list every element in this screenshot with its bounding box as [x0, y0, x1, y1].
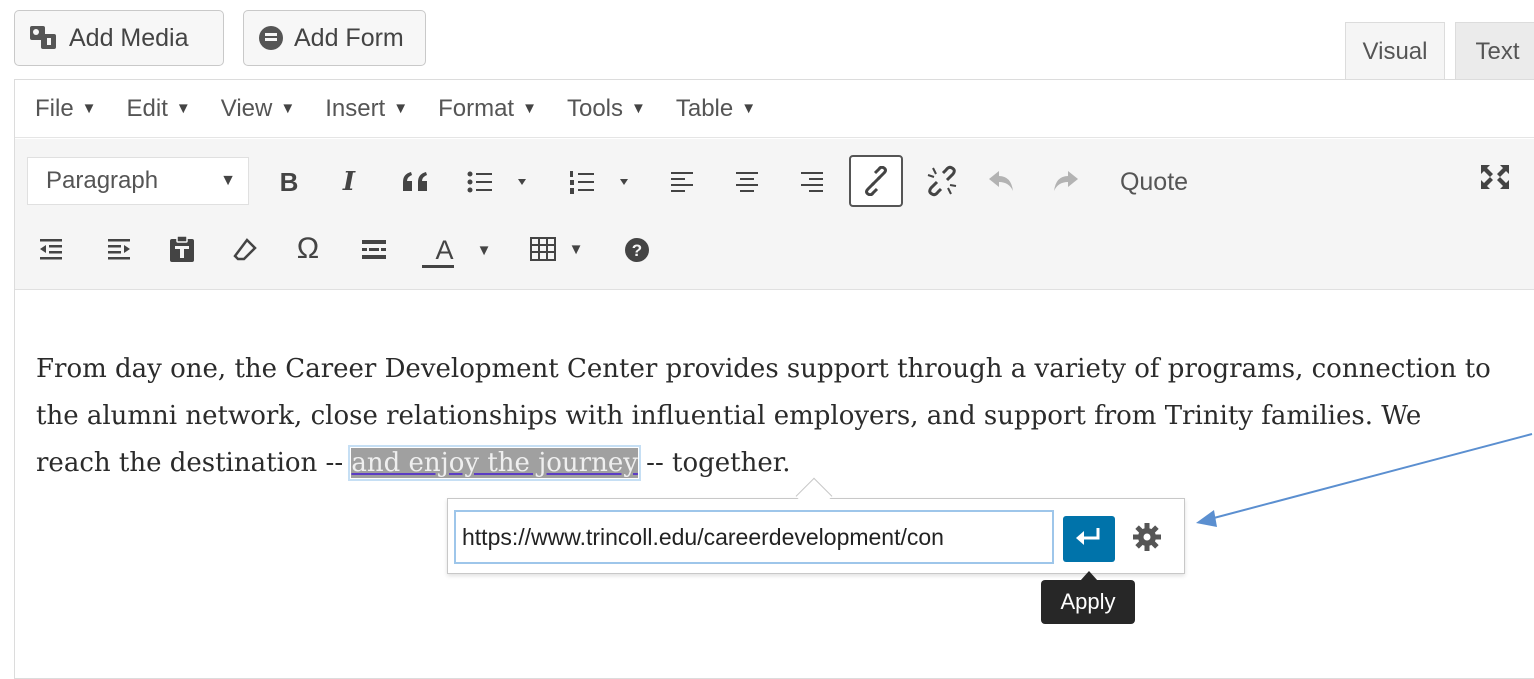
tab-visual-label: Visual	[1362, 37, 1428, 65]
media-icon	[29, 25, 59, 51]
undo-icon[interactable]	[985, 162, 1019, 202]
read-more-icon[interactable]	[358, 232, 390, 268]
add-form-label: Add Form	[294, 23, 404, 52]
caret-down-icon: ▼	[741, 100, 757, 117]
caret-down-icon: ▼	[476, 241, 492, 259]
add-media-button[interactable]: Add Media	[14, 10, 224, 66]
menu-tools[interactable]: Tools ▼	[567, 95, 646, 123]
apply-button[interactable]	[1063, 516, 1115, 562]
menu-edit-label: Edit	[126, 94, 168, 122]
numbered-list-icon[interactable]	[568, 162, 638, 202]
menu-bar: File ▼ Edit ▼ View ▼ Insert ▼ Format ▼ Tools ▼…	[15, 80, 1534, 138]
align-center-icon[interactable]	[732, 162, 762, 202]
format-select-value: Paragraph	[46, 167, 159, 194]
special-char-icon[interactable]: Ω	[290, 230, 326, 268]
unlink-icon[interactable]	[922, 160, 962, 202]
form-icon	[258, 25, 284, 51]
quote-button[interactable]: Quote	[1112, 162, 1196, 202]
url-input-value: https://www.trincoll.edu/careerdevelopme…	[462, 523, 944, 550]
enter-icon	[1074, 526, 1104, 553]
bullet-list-icon[interactable]	[466, 162, 536, 202]
link-icon[interactable]	[849, 155, 903, 207]
redo-icon[interactable]	[1048, 162, 1082, 202]
menu-edit[interactable]: Edit ▼	[127, 95, 191, 123]
menu-view[interactable]: View ▼	[221, 95, 295, 123]
menu-file-label: File	[35, 94, 74, 122]
annotation-arrow	[1196, 433, 1533, 527]
menu-format[interactable]: Format ▼	[438, 95, 537, 123]
caret-down-icon: ▼	[393, 100, 409, 117]
fullscreen-icon[interactable]	[1478, 160, 1512, 194]
table-icon[interactable]: ▼	[520, 230, 592, 268]
caret-down-icon: ▼	[81, 100, 97, 117]
link-options-button[interactable]	[1126, 516, 1168, 562]
paragraph-text-end: -- together.	[637, 448, 791, 478]
text-color-icon[interactable]: A ▼	[418, 228, 498, 272]
align-left-icon[interactable]	[668, 162, 698, 202]
bold-icon[interactable]: B	[276, 162, 302, 202]
menu-insert[interactable]: Insert ▼	[325, 95, 408, 123]
add-form-button[interactable]: Add Form	[243, 10, 426, 66]
help-icon[interactable]: ?	[622, 232, 652, 268]
url-input[interactable]: https://www.trincoll.edu/careerdevelopme…	[454, 510, 1054, 564]
caret-down-icon: ▼	[522, 100, 537, 117]
tab-text[interactable]: Text	[1455, 22, 1534, 80]
caret-down-icon: ▼	[220, 172, 236, 189]
caret-down-icon: ▼	[631, 100, 646, 117]
quote-label: Quote	[1119, 167, 1189, 196]
caret-down-icon: ▼	[280, 100, 296, 117]
apply-tooltip-label: Apply	[1060, 589, 1116, 614]
tab-text-label: Text	[1475, 37, 1520, 65]
menu-view-label: View	[220, 94, 273, 122]
outdent-icon[interactable]	[36, 232, 66, 268]
indent-icon[interactable]	[104, 232, 134, 268]
apply-tooltip: Apply	[1041, 580, 1135, 624]
blockquote-icon[interactable]	[398, 162, 434, 202]
align-right-icon[interactable]	[796, 162, 826, 202]
menu-insert-label: Insert	[325, 94, 386, 122]
add-media-label: Add Media	[69, 23, 189, 52]
caret-down-icon: ▼	[568, 240, 584, 258]
gear-icon	[1132, 522, 1162, 557]
menu-tools-label: Tools	[566, 94, 623, 122]
italic-icon[interactable]: I	[336, 162, 362, 202]
paste-text-icon[interactable]	[166, 230, 198, 268]
clear-format-icon[interactable]	[230, 232, 260, 268]
svg-text:?: ?	[632, 241, 642, 260]
selected-link-text[interactable]: and enjoy the journey	[348, 445, 641, 481]
menu-file[interactable]: File ▼	[35, 95, 97, 123]
menu-format-label: Format	[438, 94, 515, 122]
caret-down-icon: ▼	[175, 100, 191, 117]
tab-visual[interactable]: Visual	[1345, 22, 1445, 80]
menu-table-label: Table	[675, 94, 734, 122]
format-select[interactable]: Paragraph ▼	[27, 157, 249, 205]
menu-table[interactable]: Table ▼	[676, 95, 756, 123]
